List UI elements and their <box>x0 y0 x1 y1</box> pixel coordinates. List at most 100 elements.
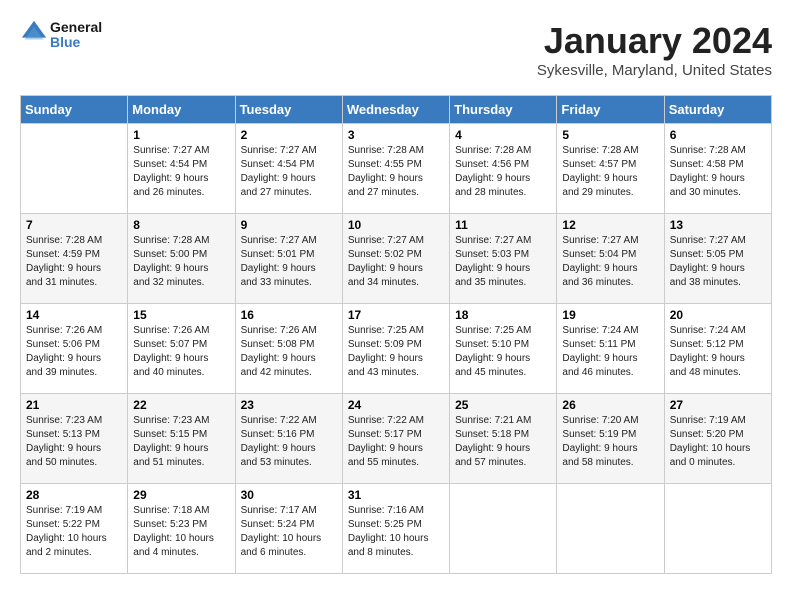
day-number: 30 <box>241 488 337 502</box>
calendar-cell: 6 Sunrise: 7:28 AM Sunset: 4:58 PM Daylig… <box>664 124 771 214</box>
day-number: 29 <box>133 488 229 502</box>
header-saturday: Saturday <box>664 96 771 124</box>
calendar-cell: 21 Sunrise: 7:23 AM Sunset: 5:13 PM Dayli… <box>21 394 128 484</box>
day-number: 28 <box>26 488 122 502</box>
calendar-week-3: 21 Sunrise: 7:23 AM Sunset: 5:13 PM Dayli… <box>21 394 772 484</box>
day-number: 5 <box>562 128 658 142</box>
day-number: 3 <box>348 128 444 142</box>
calendar-cell: 18Sunrise: 7:25 AM Sunset: 5:10 PM Dayli… <box>450 304 557 394</box>
day-number: 20 <box>670 308 766 322</box>
day-info: Sunrise: 7:23 AM Sunset: 5:15 PM Dayligh… <box>133 414 229 470</box>
calendar-cell: 1Sunrise: 7:27 AM Sunset: 4:54 PM Daylig… <box>128 124 235 214</box>
calendar-cell: 17 Sunrise: 7:25 AM Sunset: 5:09 PM Dayli… <box>342 304 449 394</box>
day-info: Sunrise: 7:23 AM Sunset: 5:13 PM Dayligh… <box>26 414 122 470</box>
day-number: 2 <box>241 128 337 142</box>
day-info: Sunrise: 7:28 AM Sunset: 4:57 PM Dayligh… <box>562 144 658 200</box>
calendar-cell: 27Sunrise: 7:19 AM Sunset: 5:20 PM Dayli… <box>664 394 771 484</box>
calendar-cell: 16 Sunrise: 7:26 AM Sunset: 5:08 PM Dayli… <box>235 304 342 394</box>
logo-general: General <box>50 19 102 35</box>
calendar-cell: 12 Sunrise: 7:27 AM Sunset: 5:04 PM Dayli… <box>557 214 664 304</box>
header-row: SundayMondayTuesdayWednesdayThursdayFrid… <box>21 96 772 124</box>
day-info: Sunrise: 7:27 AM Sunset: 5:01 PM Dayligh… <box>241 234 337 290</box>
day-number: 16 <box>241 308 337 322</box>
day-number: 7 <box>26 218 122 232</box>
calendar-cell: 8 Sunrise: 7:28 AM Sunset: 5:00 PM Daylig… <box>128 214 235 304</box>
day-number: 31 <box>348 488 444 502</box>
day-info: Sunrise: 7:21 AM Sunset: 5:18 PM Dayligh… <box>455 414 551 470</box>
day-number: 17 <box>348 308 444 322</box>
calendar-cell: 25 Sunrise: 7:21 AM Sunset: 5:18 PM Dayli… <box>450 394 557 484</box>
day-info: Sunrise: 7:22 AM Sunset: 5:16 PM Dayligh… <box>241 414 337 470</box>
day-info: Sunrise: 7:19 AM Sunset: 5:22 PM Dayligh… <box>26 504 122 560</box>
calendar-cell: 26Sunrise: 7:20 AM Sunset: 5:19 PM Dayli… <box>557 394 664 484</box>
header-friday: Friday <box>557 96 664 124</box>
day-info: Sunrise: 7:18 AM Sunset: 5:23 PM Dayligh… <box>133 504 229 560</box>
day-info: Sunrise: 7:22 AM Sunset: 5:17 PM Dayligh… <box>348 414 444 470</box>
day-info: Sunrise: 7:24 AM Sunset: 5:11 PM Dayligh… <box>562 324 658 380</box>
calendar-cell: 5 Sunrise: 7:28 AM Sunset: 4:57 PM Daylig… <box>557 124 664 214</box>
calendar-cell: 23Sunrise: 7:22 AM Sunset: 5:16 PM Dayli… <box>235 394 342 484</box>
day-number: 11 <box>455 218 551 232</box>
calendar-week-0: 1Sunrise: 7:27 AM Sunset: 4:54 PM Daylig… <box>21 124 772 214</box>
day-number: 15 <box>133 308 229 322</box>
calendar-table: SundayMondayTuesdayWednesdayThursdayFrid… <box>20 95 772 574</box>
day-info: Sunrise: 7:20 AM Sunset: 5:19 PM Dayligh… <box>562 414 658 470</box>
calendar-cell <box>557 484 664 574</box>
day-number: 9 <box>241 218 337 232</box>
day-info: Sunrise: 7:28 AM Sunset: 5:00 PM Dayligh… <box>133 234 229 290</box>
calendar-cell: 24 Sunrise: 7:22 AM Sunset: 5:17 PM Dayli… <box>342 394 449 484</box>
day-info: Sunrise: 7:25 AM Sunset: 5:09 PM Dayligh… <box>348 324 444 380</box>
calendar-cell: 11 Sunrise: 7:27 AM Sunset: 5:03 PM Dayli… <box>450 214 557 304</box>
day-number: 25 <box>455 398 551 412</box>
day-number: 10 <box>348 218 444 232</box>
day-number: 21 <box>26 398 122 412</box>
day-info: Sunrise: 7:27 AM Sunset: 4:54 PM Dayligh… <box>241 144 337 200</box>
header-monday: Monday <box>128 96 235 124</box>
header-thursday: Thursday <box>450 96 557 124</box>
calendar-cell: 9 Sunrise: 7:27 AM Sunset: 5:01 PM Daylig… <box>235 214 342 304</box>
calendar-cell <box>21 124 128 214</box>
day-info: Sunrise: 7:25 AM Sunset: 5:10 PM Dayligh… <box>455 324 551 380</box>
calendar-week-1: 7 Sunrise: 7:28 AM Sunset: 4:59 PM Daylig… <box>21 214 772 304</box>
day-info: Sunrise: 7:28 AM Sunset: 4:58 PM Dayligh… <box>670 144 766 200</box>
day-number: 6 <box>670 128 766 142</box>
calendar-cell: 15 Sunrise: 7:26 AM Sunset: 5:07 PM Dayli… <box>128 304 235 394</box>
day-number: 22 <box>133 398 229 412</box>
logo-blue: Blue <box>50 35 102 50</box>
day-number: 4 <box>455 128 551 142</box>
header-sunday: Sunday <box>21 96 128 124</box>
day-number: 12 <box>562 218 658 232</box>
day-number: 13 <box>670 218 766 232</box>
day-number: 24 <box>348 398 444 412</box>
logo: General Blue <box>20 20 102 51</box>
day-info: Sunrise: 7:26 AM Sunset: 5:06 PM Dayligh… <box>26 324 122 380</box>
calendar-cell: 13 Sunrise: 7:27 AM Sunset: 5:05 PM Dayli… <box>664 214 771 304</box>
day-info: Sunrise: 7:27 AM Sunset: 5:05 PM Dayligh… <box>670 234 766 290</box>
calendar-cell: 29 Sunrise: 7:18 AM Sunset: 5:23 PM Dayli… <box>128 484 235 574</box>
calendar-cell: 28 Sunrise: 7:19 AM Sunset: 5:22 PM Dayli… <box>21 484 128 574</box>
day-number: 8 <box>133 218 229 232</box>
day-info: Sunrise: 7:27 AM Sunset: 5:04 PM Dayligh… <box>562 234 658 290</box>
day-info: Sunrise: 7:28 AM Sunset: 4:59 PM Dayligh… <box>26 234 122 290</box>
calendar-cell: 30Sunrise: 7:17 AM Sunset: 5:24 PM Dayli… <box>235 484 342 574</box>
calendar-cell: 14 Sunrise: 7:26 AM Sunset: 5:06 PM Dayli… <box>21 304 128 394</box>
day-info: Sunrise: 7:27 AM Sunset: 4:54 PM Dayligh… <box>133 144 229 200</box>
day-info: Sunrise: 7:28 AM Sunset: 4:56 PM Dayligh… <box>455 144 551 200</box>
calendar-cell: 3 Sunrise: 7:28 AM Sunset: 4:55 PM Daylig… <box>342 124 449 214</box>
day-info: Sunrise: 7:27 AM Sunset: 5:03 PM Dayligh… <box>455 234 551 290</box>
title-block: January 2024 Sykesville, Maryland, Unite… <box>537 20 772 79</box>
calendar-cell: 20Sunrise: 7:24 AM Sunset: 5:12 PM Dayli… <box>664 304 771 394</box>
calendar-week-2: 14 Sunrise: 7:26 AM Sunset: 5:06 PM Dayli… <box>21 304 772 394</box>
day-number: 14 <box>26 308 122 322</box>
day-number: 27 <box>670 398 766 412</box>
day-info: Sunrise: 7:26 AM Sunset: 5:07 PM Dayligh… <box>133 324 229 380</box>
day-info: Sunrise: 7:28 AM Sunset: 4:55 PM Dayligh… <box>348 144 444 200</box>
day-number: 19 <box>562 308 658 322</box>
calendar-cell <box>450 484 557 574</box>
calendar-cell <box>664 484 771 574</box>
logo-icon <box>20 19 48 47</box>
header-wednesday: Wednesday <box>342 96 449 124</box>
day-info: Sunrise: 7:26 AM Sunset: 5:08 PM Dayligh… <box>241 324 337 380</box>
calendar-cell: 22 Sunrise: 7:23 AM Sunset: 5:15 PM Dayli… <box>128 394 235 484</box>
location: Sykesville, Maryland, United States <box>537 62 772 79</box>
